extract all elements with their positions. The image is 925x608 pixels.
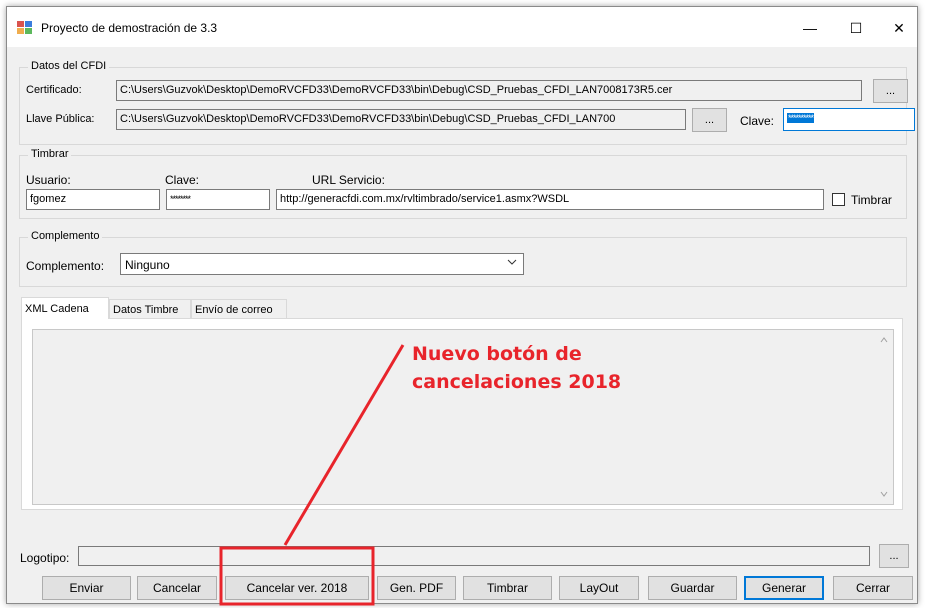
- guardar-button[interactable]: Guardar: [648, 576, 737, 600]
- complemento-selected-value: Ninguno: [125, 258, 170, 272]
- llave-browse-button[interactable]: ...: [692, 108, 727, 132]
- maximize-button[interactable]: ☐: [833, 15, 879, 41]
- logotipo-browse-button[interactable]: ...: [879, 544, 909, 568]
- tab-datos-timbre[interactable]: Datos Timbre: [109, 299, 191, 319]
- minimize-icon: —: [803, 20, 817, 36]
- datos-cfdi-group: Datos del CFDI: [19, 60, 907, 145]
- main-window: Proyecto de demostración de 3.3 — ☐ ✕ Da…: [6, 6, 918, 604]
- url-servicio-label: URL Servicio:: [312, 173, 385, 187]
- llave-publica-label: Llave Pública:: [26, 113, 95, 125]
- logotipo-field[interactable]: [78, 546, 870, 566]
- clave-cfdi-field[interactable]: **********: [783, 108, 915, 131]
- scroll-down-icon[interactable]: [880, 490, 888, 498]
- certificado-browse-button[interactable]: ...: [873, 79, 908, 103]
- generar-button[interactable]: Generar: [744, 576, 824, 600]
- logotipo-label: Logotipo:: [20, 551, 70, 565]
- complemento-select[interactable]: Ninguno: [120, 253, 524, 275]
- cancelar-2018-button[interactable]: Cancelar ver. 2018: [225, 576, 369, 600]
- timbrar-clave-field[interactable]: ********: [166, 189, 270, 210]
- close-window-button[interactable]: ✕: [879, 15, 919, 41]
- complemento-label: Complemento:: [26, 259, 105, 273]
- timbrar-clave-value: ********: [170, 194, 191, 204]
- xml-scrollbar[interactable]: [876, 330, 893, 504]
- scroll-up-icon[interactable]: [880, 336, 888, 344]
- datos-cfdi-title: Datos del CFDI: [28, 60, 110, 72]
- tab-envio-correo[interactable]: Envío de correo: [191, 299, 287, 319]
- complemento-title: Complemento: [28, 230, 103, 242]
- cancelar-button[interactable]: Cancelar: [137, 576, 217, 600]
- close-icon: ✕: [893, 19, 905, 36]
- tab-xml-cadena[interactable]: XML Cadena: [21, 297, 109, 319]
- usuario-label: Usuario:: [26, 173, 71, 187]
- url-servicio-field[interactable]: http://generacfdi.com.mx/rvltimbrado/ser…: [276, 189, 824, 210]
- clave-cfdi-value: **********: [787, 113, 814, 123]
- certificado-field[interactable]: C:\Users\Guzvok\Desktop\DemoRVCFD33\Demo…: [116, 80, 862, 101]
- annotation-line-1: Nuevo botón de: [412, 343, 582, 365]
- timbrar-checkbox[interactable]: [832, 193, 845, 206]
- timbrar-clave-label: Clave:: [165, 173, 200, 187]
- annotation-line-2: cancelaciones 2018: [412, 371, 622, 393]
- cerrar-button[interactable]: Cerrar: [833, 576, 913, 600]
- window-title: Proyecto de demostración de 3.3: [41, 21, 218, 35]
- clave-cfdi-label: Clave:: [740, 114, 775, 128]
- enviar-button[interactable]: Enviar: [42, 576, 131, 600]
- layout-button[interactable]: LayOut: [559, 576, 639, 600]
- app-icon: [17, 21, 32, 34]
- llave-publica-field[interactable]: C:\Users\Guzvok\Desktop\DemoRVCFD33\Demo…: [116, 109, 686, 130]
- timbrar-button[interactable]: Timbrar: [463, 576, 552, 600]
- gen-pdf-button[interactable]: Gen. PDF: [377, 576, 456, 600]
- certificado-label: Certificado:: [26, 84, 82, 96]
- timbrar-title: Timbrar: [28, 148, 72, 160]
- title-bar: Proyecto de demostración de 3.3 — ☐ ✕: [7, 7, 917, 47]
- timbrar-checkbox-label: Timbrar: [851, 193, 892, 207]
- annotation-callout: Nuevo botón de cancelaciones 2018: [412, 340, 621, 396]
- usuario-field[interactable]: fgomez: [26, 189, 160, 210]
- chevron-down-icon: [507, 259, 517, 265]
- minimize-button[interactable]: —: [787, 15, 833, 41]
- maximize-icon: ☐: [849, 19, 863, 36]
